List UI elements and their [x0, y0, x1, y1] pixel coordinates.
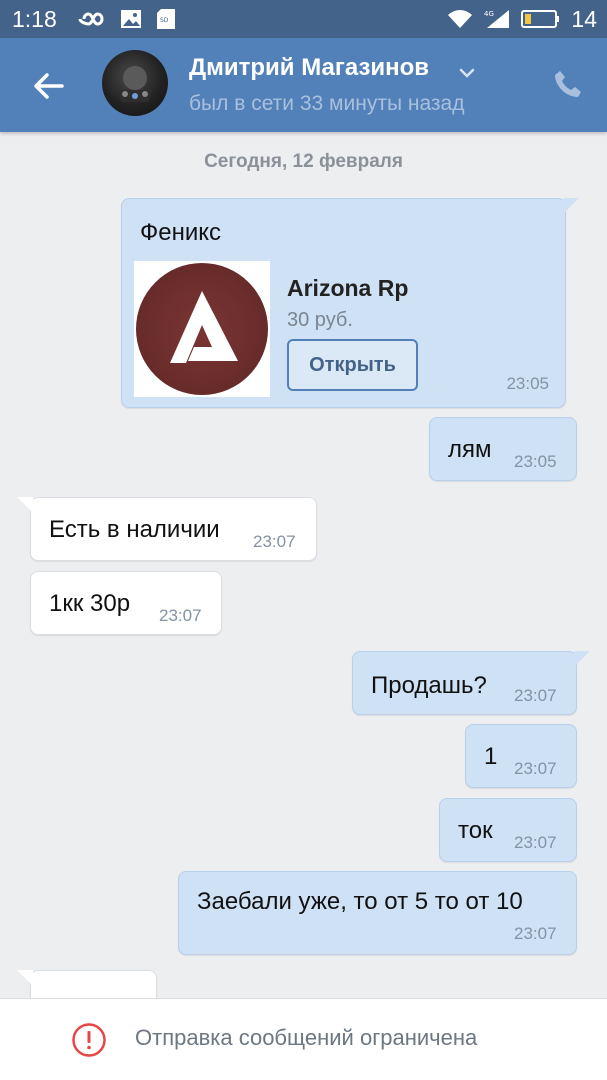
status-icons-left: SD: [76, 6, 176, 32]
arizona-logo-icon: [170, 291, 238, 363]
avatar[interactable]: [102, 50, 168, 116]
infinity-icon: [78, 12, 104, 26]
message-bubble[interactable]: ток 23:07: [439, 798, 577, 862]
message-text: лям: [448, 436, 492, 463]
back-button[interactable]: [28, 66, 68, 106]
message-time: 23:07: [514, 924, 557, 943]
phone-icon: [555, 71, 581, 97]
wifi-icon: [448, 10, 473, 28]
product-price: 30 руб.: [287, 309, 353, 331]
battery-level: 14: [571, 5, 597, 32]
product-title: Arizona Rp: [287, 275, 409, 301]
image-icon: [121, 10, 141, 28]
message-time: 23:05: [514, 452, 557, 471]
message-bubble[interactable]: Продашь? 23:07: [352, 651, 590, 715]
message-text: 1: [484, 743, 498, 770]
product-message-bubble[interactable]: Феникс Arizona Rp 30 руб. Открыть 23:05: [121, 198, 579, 408]
date-separator: Сегодня, 12 февраля: [204, 151, 403, 172]
contact-name[interactable]: Дмитрий Магазинов: [189, 54, 429, 82]
chat-header: Дмитрий Магазинов был в сети 33 минуты н…: [0, 38, 607, 132]
call-button[interactable]: [552, 68, 584, 100]
clock: 1:18: [12, 6, 57, 32]
message-text: Продашь?: [371, 672, 487, 699]
message-time: 23:05: [506, 374, 549, 393]
messaging-restricted-bar: Отправка сообщений ограничена: [0, 998, 607, 1080]
message-time: 23:07: [514, 759, 557, 778]
message-text: Заебали уже, то от 5 то от 10: [197, 888, 523, 915]
status-icons-right: 4G 14: [447, 6, 597, 32]
message-text: Есть в наличии: [49, 516, 220, 543]
avatar-image: [118, 66, 152, 102]
message-bubble[interactable]: Есть в наличии 23:07: [17, 497, 317, 561]
sd-card-icon: SD: [157, 9, 175, 29]
message-text: ток: [458, 817, 493, 844]
message-text: 1кк 30р: [49, 590, 131, 617]
contact-status: был в сети 33 минуты назад: [189, 92, 465, 115]
message-bubble[interactable]: Заебали уже, то от 5 то от 10 23:07: [178, 871, 577, 955]
message-time: 23:07: [253, 532, 296, 551]
open-product-button[interactable]: Открыть: [287, 339, 418, 391]
message-bubble[interactable]: лям 23:05: [429, 417, 577, 481]
message-time: 23:07: [514, 833, 557, 852]
product-logo: [136, 263, 268, 395]
battery-icon: [521, 10, 560, 28]
arrow-left-icon: [34, 73, 64, 99]
network-label: 4G: [484, 10, 494, 18]
warning-icon: [72, 1023, 106, 1057]
svg-text:SD: SD: [160, 17, 169, 24]
restricted-message: Отправка сообщений ограничена: [135, 1025, 478, 1050]
chevron-down-icon[interactable]: [456, 62, 478, 84]
signal-icon: 4G: [484, 10, 510, 28]
message-bubble[interactable]: 1кк 30р 23:07: [30, 571, 222, 635]
product-thumbnail[interactable]: [134, 261, 270, 397]
message-time: 23:07: [159, 606, 202, 625]
status-bar: 1:18 SD 4G 14: [0, 0, 607, 38]
message-time: 23:07: [514, 686, 557, 705]
product-caption: Феникс: [140, 219, 222, 246]
message-bubble[interactable]: 1 23:07: [465, 724, 577, 788]
